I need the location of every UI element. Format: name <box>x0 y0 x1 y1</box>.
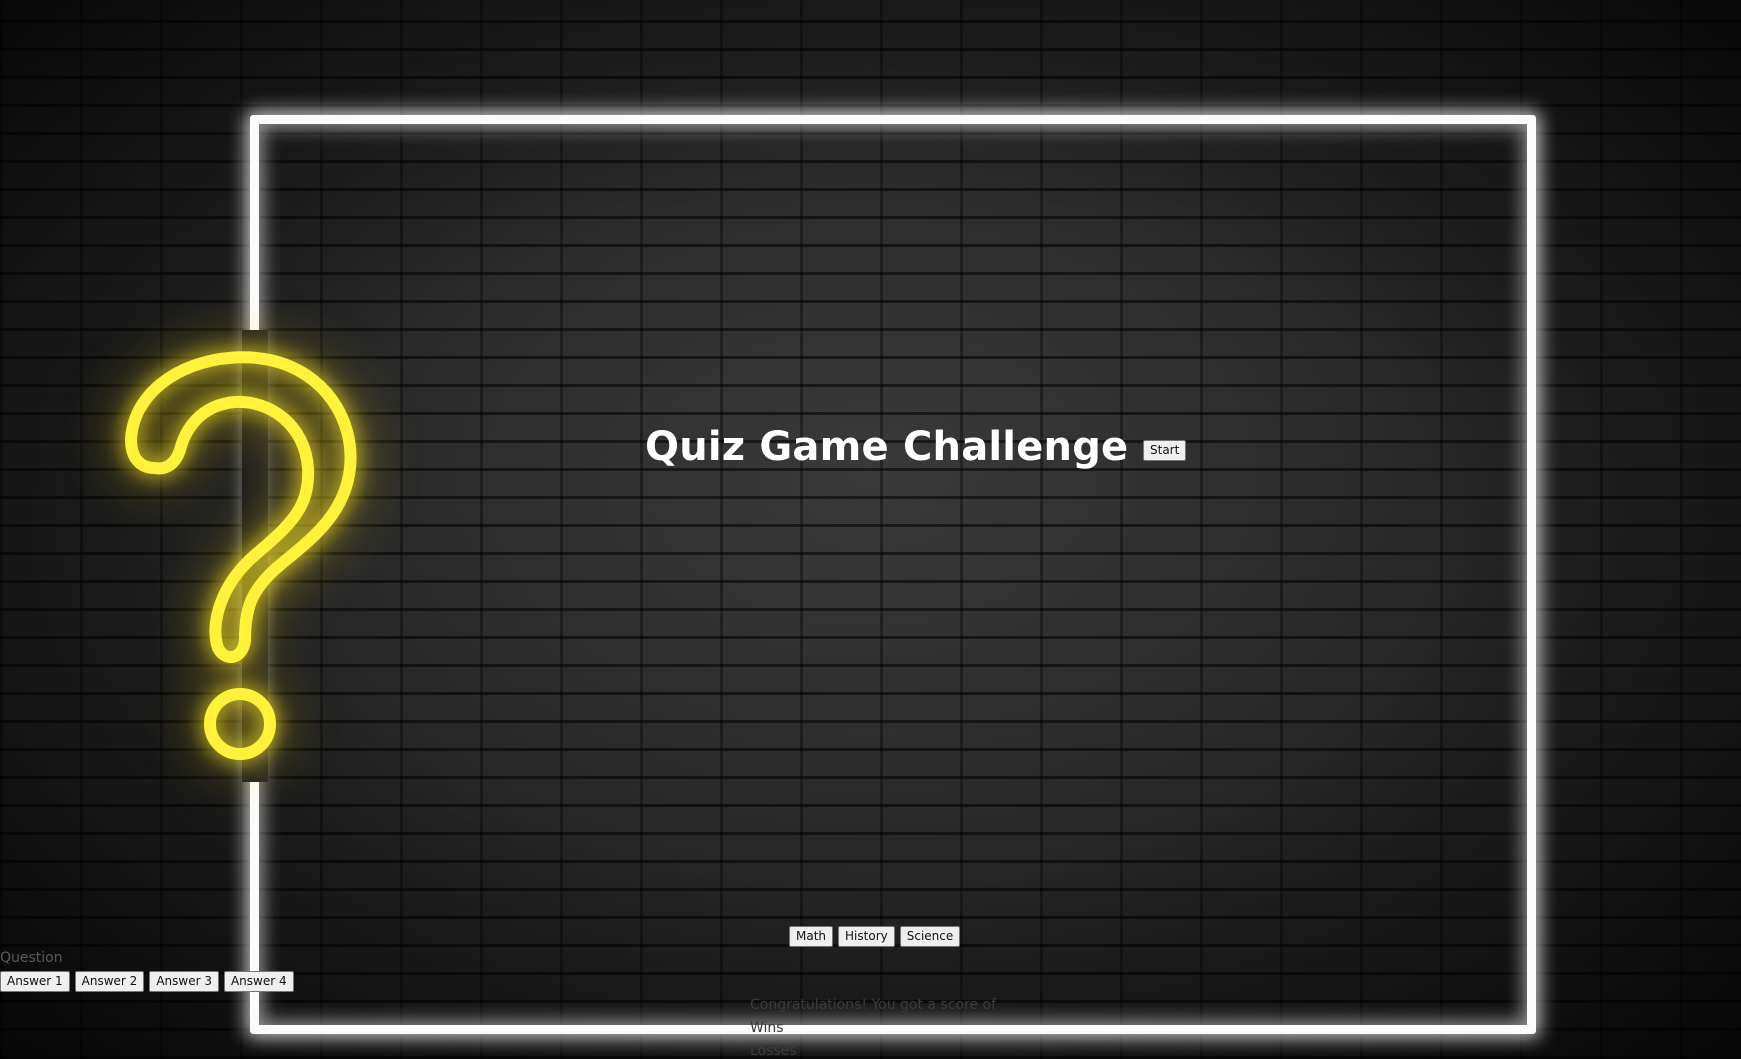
category-math-button[interactable]: Math <box>789 926 834 947</box>
score-message: Congratulations! You got a score of <box>750 997 997 1013</box>
category-selector: Math History Science <box>789 926 961 947</box>
answer-4-button[interactable]: Answer 4 <box>223 971 294 992</box>
question-text: Question <box>0 950 63 966</box>
results-panel: Congratulations! You got a score of Wins… <box>750 994 996 1059</box>
neon-frame <box>250 115 1536 1034</box>
page-title: Quiz Game Challenge <box>645 424 1129 470</box>
category-science-button[interactable]: Science <box>899 926 961 947</box>
question-mark-icon <box>125 351 357 760</box>
answer-1-button[interactable]: Answer 1 <box>0 971 70 992</box>
answer-list: Answer 1 Answer 2 Answer 3 Answer 4 <box>0 971 294 992</box>
category-history-button[interactable]: History <box>838 926 895 947</box>
game-stage: Quiz Game Challenge Start Math History S… <box>0 0 1741 1059</box>
losses-label: Losses <box>750 1043 797 1059</box>
answer-2-button[interactable]: Answer 2 <box>74 971 145 992</box>
wins-label: Wins <box>750 1020 784 1036</box>
start-button[interactable]: Start <box>1143 440 1187 461</box>
answer-3-button[interactable]: Answer 3 <box>149 971 219 992</box>
